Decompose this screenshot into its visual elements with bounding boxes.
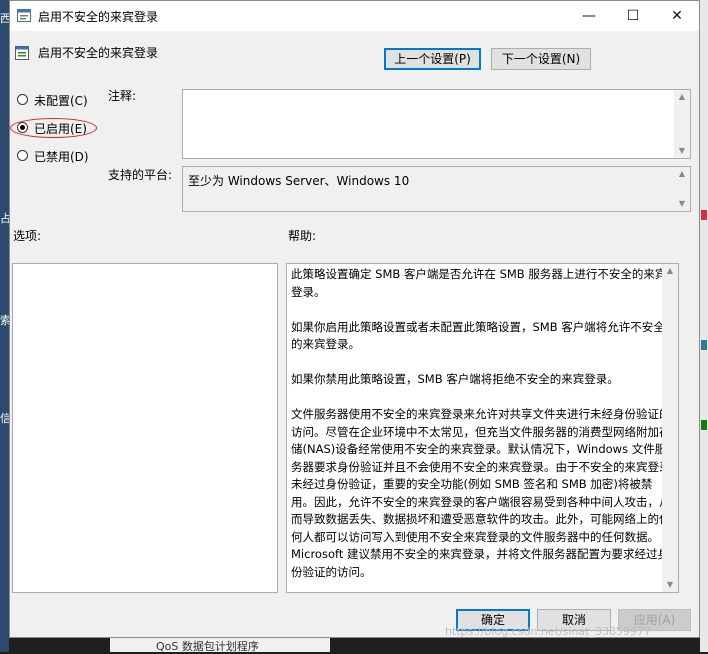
help-paragraph: 如果你启用此策略设置或者未配置此策略设置，SMB 客户端将允许不安全的来宾登录。 — [291, 319, 665, 352]
scroll-down-icon[interactable]: ▼ — [662, 578, 678, 592]
next-setting-button[interactable]: 下一个设置(N) — [491, 48, 591, 70]
scroll-down-icon[interactable]: ▼ — [674, 144, 690, 158]
comment-scrollbar[interactable]: ▲ ▼ — [674, 90, 690, 158]
scroll-down-icon[interactable]: ▼ — [674, 197, 690, 211]
annotation-highlight — [10, 118, 97, 138]
policy-setting-icon — [15, 46, 29, 60]
policy-title: 启用不安全的来宾登录 — [38, 46, 159, 60]
desktop-fragment: 索 — [0, 314, 9, 327]
help-pane: 此策略设置确定 SMB 客户端是否允许在 SMB 服务器上进行不安全的来宾登录。… — [286, 263, 679, 593]
close-button[interactable]: ✕ — [655, 1, 699, 31]
desktop-left-strip: 西 占 索 信 — [0, 0, 9, 652]
comment-textarea[interactable]: ▲ ▼ — [182, 89, 691, 159]
desktop-right-strip — [700, 0, 708, 652]
desktop-fragment: 占 — [0, 212, 9, 225]
scroll-up-icon[interactable]: ▲ — [674, 167, 690, 181]
title-bar[interactable]: 启用不安全的来宾登录 — ☐ ✕ — [10, 1, 699, 31]
help-paragraph: 文件服务器使用不安全的来宾登录来允许对共享文件夹进行未经身份验证的访问。尽管在企… — [291, 407, 671, 579]
help-scrollbar[interactable]: ▲ ▼ — [662, 264, 678, 592]
policy-icon — [17, 9, 31, 22]
options-label: 选项: — [13, 229, 42, 243]
minimize-button[interactable]: — — [567, 1, 611, 31]
radio-dot[interactable] — [17, 150, 28, 161]
policy-dialog: 启用不安全的来宾登录 — ☐ ✕ 启用不安全的来宾登录 上一个设置(P) 下一个… — [9, 0, 700, 638]
scroll-up-icon[interactable]: ▲ — [674, 90, 690, 104]
radio-label: 已禁用(D) — [34, 150, 89, 164]
help-text: 此策略设置确定 SMB 客户端是否允许在 SMB 服务器上进行不安全的来宾登录。… — [291, 266, 675, 599]
help-label: 帮助: — [288, 229, 317, 243]
previous-setting-button[interactable]: 上一个设置(P) — [384, 48, 481, 70]
platform-value: 至少为 Windows Server、Windows 10 — [188, 174, 410, 188]
scroll-up-icon[interactable]: ▲ — [662, 264, 678, 278]
help-paragraph: 此策略设置确定 SMB 客户端是否允许在 SMB 服务器上进行不安全的来宾登录。 — [291, 267, 667, 299]
platform-scrollbar[interactable]: ▲ ▼ — [674, 167, 690, 211]
help-paragraph: 如果你禁用此策略设置，SMB 客户端将拒绝不安全的来宾登录。 — [291, 372, 619, 386]
options-pane — [12, 263, 278, 593]
desktop-fragment: 信 — [0, 412, 9, 425]
radio-dot[interactable] — [17, 94, 28, 105]
comment-label: 注释: — [108, 89, 137, 103]
desktop-fragment: 西 — [0, 12, 9, 25]
platform-field: 至少为 Windows Server、Windows 10 ▲ ▼ — [182, 166, 691, 212]
watermark: https://blog.csdn.net/sinat_33859977 — [445, 625, 651, 638]
background-tree-item: QoS 数据包计划程序 — [110, 638, 330, 653]
maximize-button[interactable]: ☐ — [611, 1, 655, 31]
platform-label: 支持的平台: — [108, 168, 173, 182]
window-title: 启用不安全的来宾登录 — [38, 10, 159, 24]
radio-label: 未配置(C) — [34, 94, 88, 108]
